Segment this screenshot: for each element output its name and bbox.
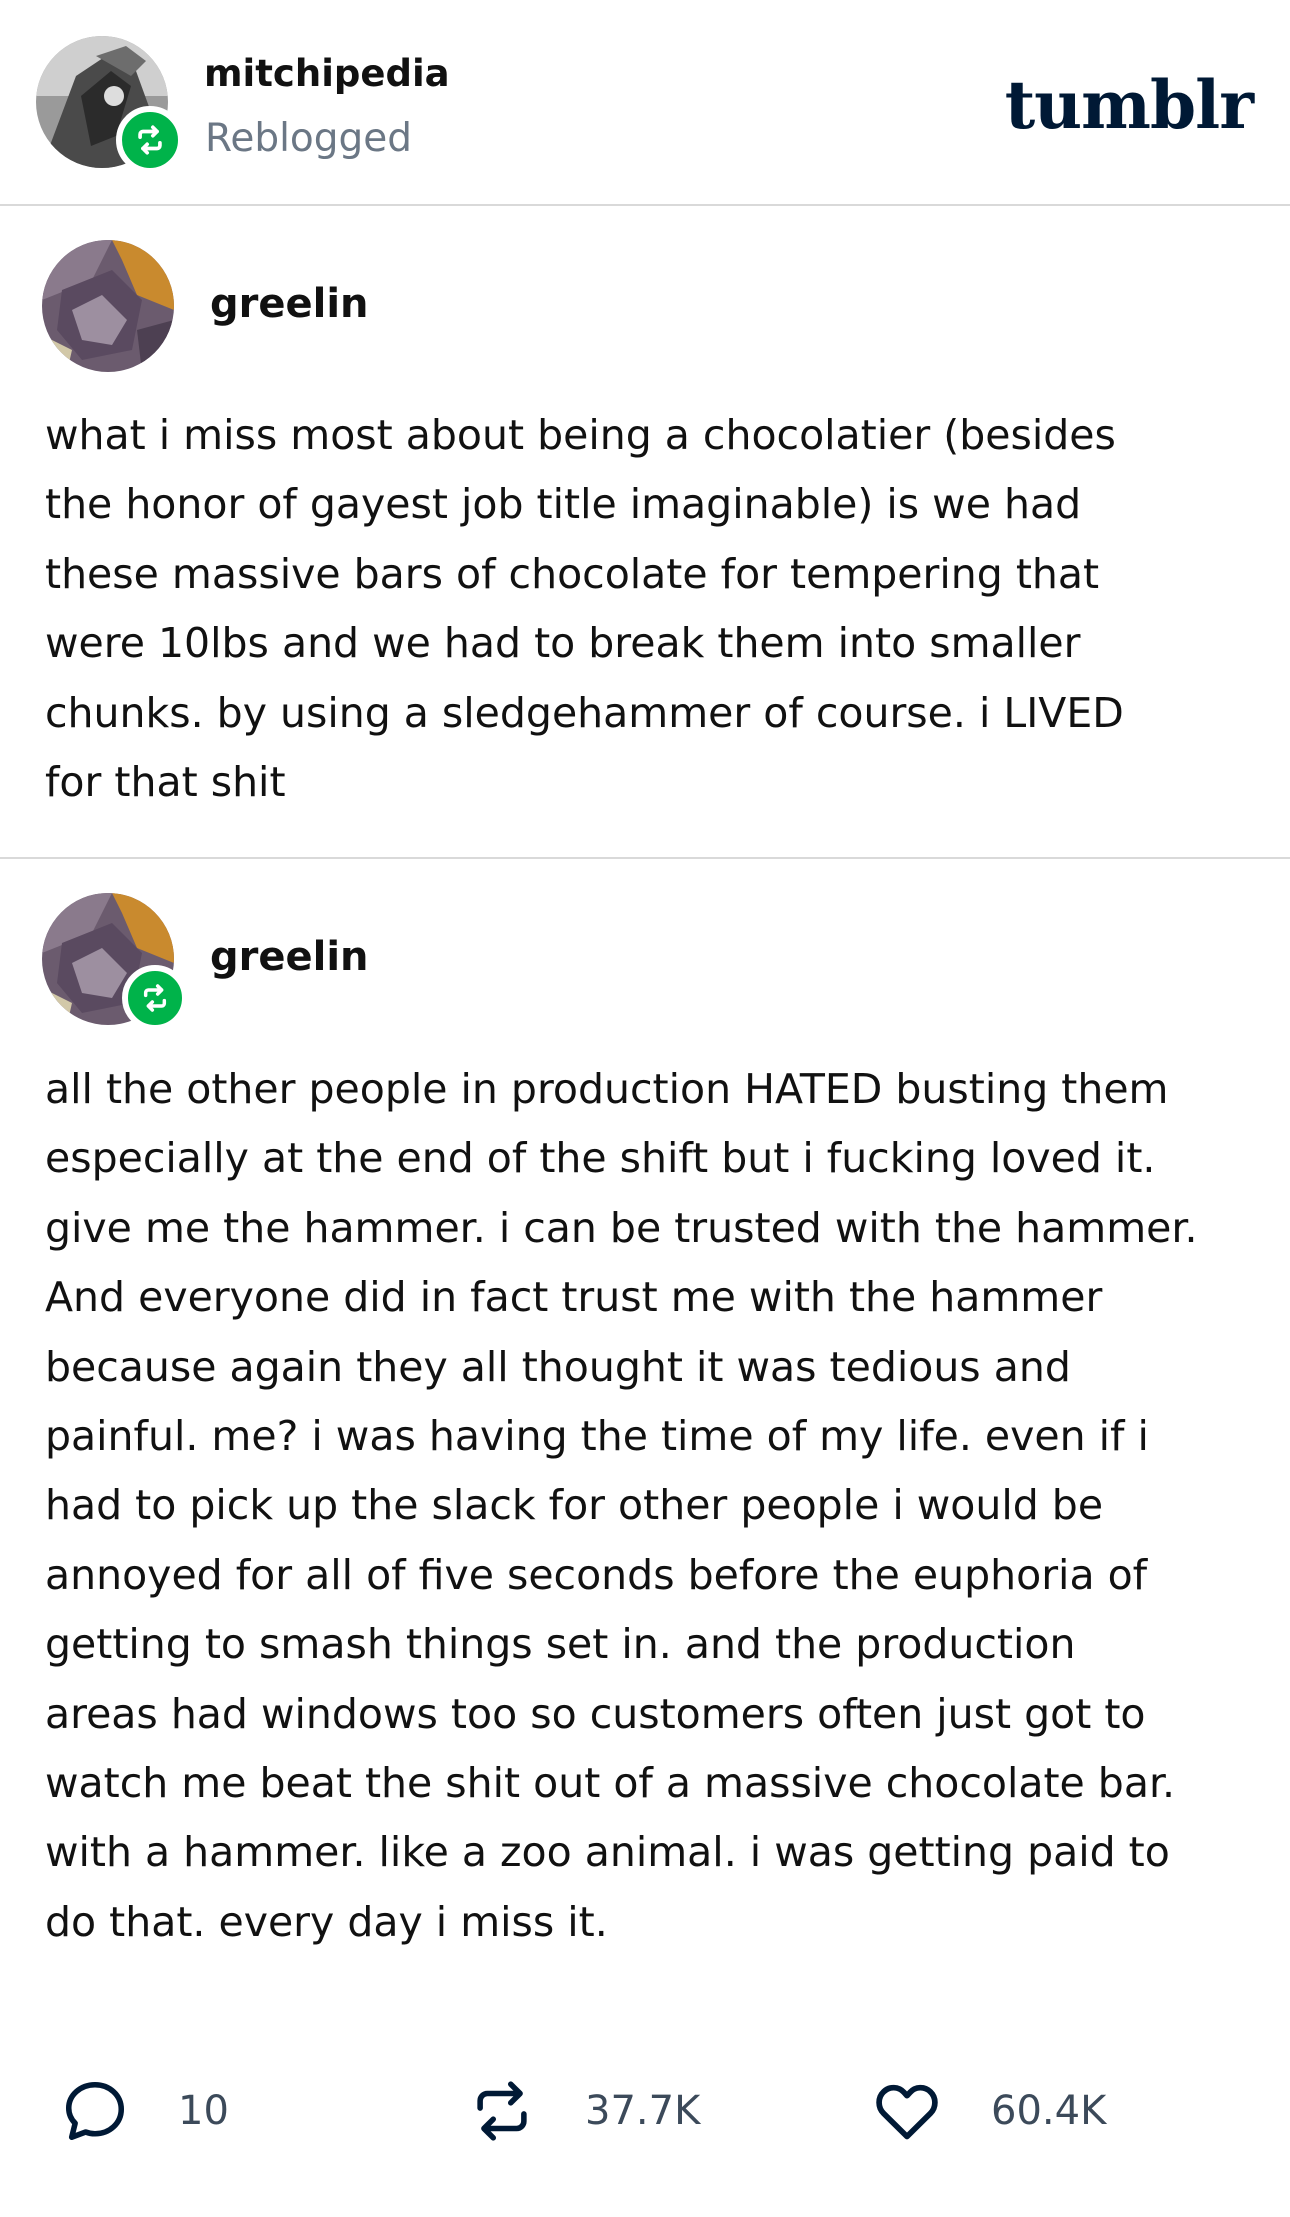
avatar-greelin[interactable] [42, 240, 174, 372]
post-original: greelin what i miss most about being a c… [0, 206, 1290, 856]
post-body: all the other people in production HATED… [45, 1065, 1198, 1946]
reblogged-label: Reblogged [205, 116, 413, 161]
comment-button[interactable]: 10 [60, 2076, 229, 2146]
like-count: 60.4K [991, 2088, 1107, 2134]
like-button[interactable]: 60.4K [871, 2076, 1106, 2146]
reblog-button[interactable]: 37.7K [467, 2076, 700, 2146]
reblog-icon [477, 2081, 527, 2141]
reblog-icon [138, 125, 162, 155]
reblog-count: 37.7K [585, 2088, 701, 2134]
reblogger-username[interactable]: mitchipedia [204, 52, 450, 95]
post-username[interactable]: greelin [210, 281, 369, 327]
post-footer: 10 37.7K 60.4K [0, 2040, 1290, 2180]
reblog-badge [116, 106, 184, 174]
comment-count: 10 [178, 2088, 229, 2134]
heart-icon [876, 2084, 938, 2140]
reblog-badge [122, 965, 188, 1031]
post-reblog: greelin all the other people in producti… [0, 859, 1290, 2039]
post-username[interactable]: greelin [210, 934, 369, 980]
reblog-header: mitchipedia Reblogged tumblr [0, 0, 1290, 206]
tumblr-logo[interactable]: tumblr [1005, 66, 1254, 144]
reblog-icon [143, 984, 167, 1012]
post-body: what i miss most about being a chocolati… [45, 411, 1124, 807]
comment-icon [65, 2081, 125, 2141]
